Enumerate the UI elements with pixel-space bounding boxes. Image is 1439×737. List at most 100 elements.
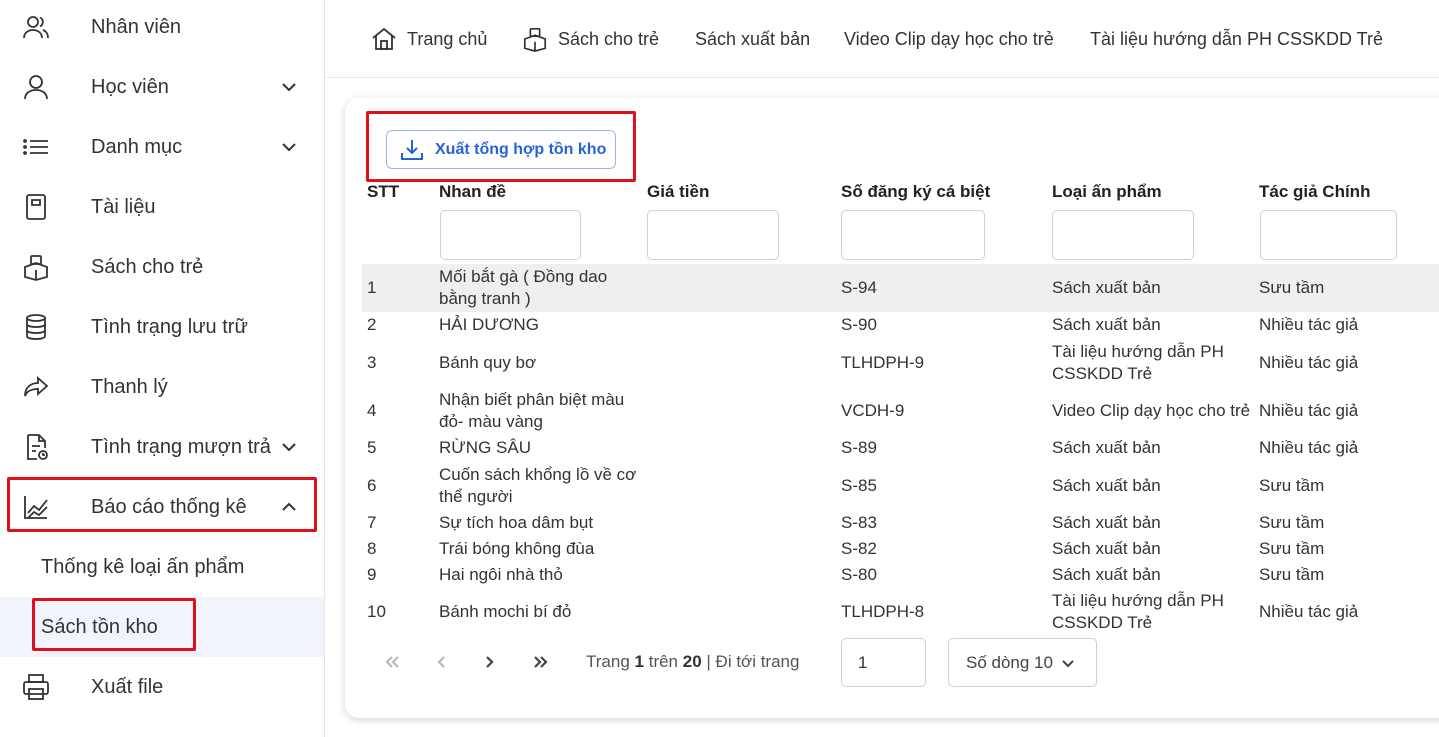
sidebar-item-label: Xuất file	[91, 675, 164, 698]
sidebar-item-reports[interactable]: Báo cáo thống kê	[0, 477, 324, 537]
rows-per-page-select[interactable]: Số dòng 10	[948, 638, 1097, 687]
cell-title: Bánh quy bơ	[439, 353, 537, 372]
last-page-icon[interactable]	[531, 650, 551, 674]
cell-author: Sưu tầm	[1259, 278, 1325, 297]
filter-reg-no-input[interactable]	[841, 210, 985, 260]
next-page-icon[interactable]	[482, 650, 498, 674]
sidebar-item-label: Danh mục	[91, 135, 183, 158]
filter-author-input[interactable]	[1260, 210, 1397, 260]
cell-reg-no: TLHDPH-9	[841, 353, 925, 372]
rows-per-page-label: Số dòng 10	[966, 652, 1053, 672]
cell-author: Nhiều tác giả	[1259, 315, 1359, 334]
header-stt: STT	[367, 182, 400, 201]
cell-reg-no: S-89	[841, 438, 877, 457]
share-arrow-icon	[22, 373, 50, 401]
sidebar-item-label: Tình trạng mượn trả	[91, 435, 271, 458]
cell-type: Sách xuất bản	[1052, 315, 1161, 334]
topnav-guide-label: Tài liệu hướng dẫn PH CSSKDD Trẻ	[1090, 28, 1383, 49]
page-word: Trang	[586, 652, 630, 671]
cell-stt: 9	[367, 565, 377, 584]
cell-stt: 4	[367, 401, 377, 420]
export-inventory-button[interactable]: Xuất tổng hợp tồn kho	[386, 130, 616, 169]
cell-type: Sách xuất bản	[1052, 513, 1161, 532]
topnav-kids-books[interactable]: Sách cho trẻ	[522, 24, 659, 54]
sidebar-item-storage[interactable]: Tình trạng lưu trữ	[0, 297, 324, 357]
sidebar-item-categories[interactable]: Danh mục	[0, 117, 324, 177]
book-stack-icon	[523, 27, 547, 52]
cell-stt: 10	[367, 602, 386, 621]
sidebar-item-label: Nhân viên	[91, 15, 182, 38]
list-icon	[22, 133, 50, 161]
filter-title-input[interactable]	[440, 210, 581, 260]
sidebar-item-label: Học viên	[91, 75, 169, 98]
cell-type-cont: CSSKDD Trẻ	[1052, 613, 1153, 632]
goto-page-input[interactable]	[841, 638, 926, 687]
book-stack-icon	[22, 253, 50, 281]
cell-title: Sự tích hoa dâm bụt	[439, 513, 594, 532]
topnav-published-label: Sách xuất bản	[695, 28, 811, 49]
sidebar-item-borrow-status[interactable]: Tình trạng mượn trả	[0, 417, 324, 477]
cell-type: Sách xuất bản	[1052, 539, 1161, 558]
topnav-video-label: Video Clip dạy học cho trẻ	[844, 28, 1054, 49]
header-type: Loại ấn phẩm	[1052, 182, 1162, 201]
chevron-down-icon	[282, 83, 296, 92]
cell-author: Nhiều tác giả	[1259, 353, 1359, 372]
cell-title: RỪNG SÂU	[439, 438, 531, 457]
cell-title: Trái bóng không đùa	[439, 539, 595, 558]
cell-type: Sách xuất bản	[1052, 278, 1161, 297]
cell-author: Sưu tầm	[1259, 476, 1325, 495]
cell-stt: 3	[367, 353, 377, 372]
sidebar-item-export-file[interactable]: Xuất file	[0, 657, 324, 717]
file-status-icon	[22, 433, 50, 461]
cell-reg-no: S-90	[841, 315, 877, 334]
topnav-home[interactable]: Trang chủ	[371, 24, 487, 54]
cell-title-cont: đỏ- màu vàng	[439, 412, 543, 431]
sidebar-item-label: Tình trạng lưu trữ	[91, 315, 248, 338]
prev-page-icon[interactable]	[433, 650, 449, 674]
export-inventory-label: Xuất tổng hợp tồn kho	[435, 140, 607, 158]
topnav-published[interactable]: Sách xuất bản	[695, 24, 810, 54]
header-title: Nhan đề	[439, 182, 507, 201]
cell-author: Nhiều tác giả	[1259, 602, 1359, 621]
topnav-video[interactable]: Video Clip dạy học cho trẻ	[844, 24, 1054, 54]
sidebar-item-liquidation[interactable]: Thanh lý	[0, 357, 324, 417]
sidebar-item-documents[interactable]: Tài liệu	[0, 177, 324, 237]
header-price: Giá tiền	[647, 182, 710, 201]
cell-title: HẢI DƯƠNG	[439, 315, 539, 334]
cell-type: Sách xuất bản	[1052, 476, 1161, 495]
sidebar-item-label: Tài liệu	[91, 195, 156, 218]
cell-author: Sưu tầm	[1259, 513, 1325, 532]
filter-price-input[interactable]	[647, 210, 779, 260]
cell-reg-no: TLHDPH-8	[841, 602, 925, 621]
chevron-down-icon	[282, 143, 296, 152]
cell-stt: 6	[367, 476, 377, 495]
cell-type: Sách xuất bản	[1052, 565, 1161, 584]
cell-stt: 2	[367, 315, 377, 334]
cell-author: Sưu tầm	[1259, 565, 1325, 584]
first-page-icon[interactable]	[382, 650, 402, 674]
cell-stt: 8	[367, 539, 377, 558]
database-icon	[22, 313, 50, 341]
sidebar-subitem-publication-stats[interactable]: Thống kê loại ấn phẩm	[0, 537, 324, 597]
cell-reg-no: S-83	[841, 513, 877, 532]
header-reg-no: Số đăng ký cá biệt	[841, 182, 991, 201]
cell-stt: 7	[367, 513, 377, 532]
sidebar: Nhân viên Học viên Danh mục Tài liệu Sác…	[0, 0, 325, 737]
sidebar-item-label: Báo cáo thống kê	[91, 495, 247, 518]
chevron-down-icon	[1062, 659, 1074, 667]
sidebar-item-staff[interactable]: Nhân viên	[0, 0, 324, 57]
cell-reg-no: VCDH-9	[841, 401, 905, 420]
download-icon	[401, 139, 423, 160]
page-info: Trang 1 trên 20 | Đi tới trang	[586, 652, 799, 672]
sidebar-item-kids-books[interactable]: Sách cho trẻ	[0, 237, 324, 297]
sidebar-subitem-inventory[interactable]: Sách tồn kho	[0, 597, 324, 657]
chart-icon	[22, 493, 50, 521]
sidebar-item-students[interactable]: Học viên	[0, 57, 324, 117]
printer-icon	[22, 673, 50, 701]
cell-author: Nhiều tác giả	[1259, 401, 1359, 420]
cell-author: Nhiều tác giả	[1259, 438, 1359, 457]
filter-type-input[interactable]	[1052, 210, 1194, 260]
users-icon	[22, 13, 50, 41]
topnav-guide[interactable]: Tài liệu hướng dẫn PH CSSKDD Trẻ	[1090, 24, 1383, 54]
sidebar-subitem-label: Sách tồn kho	[41, 615, 158, 638]
